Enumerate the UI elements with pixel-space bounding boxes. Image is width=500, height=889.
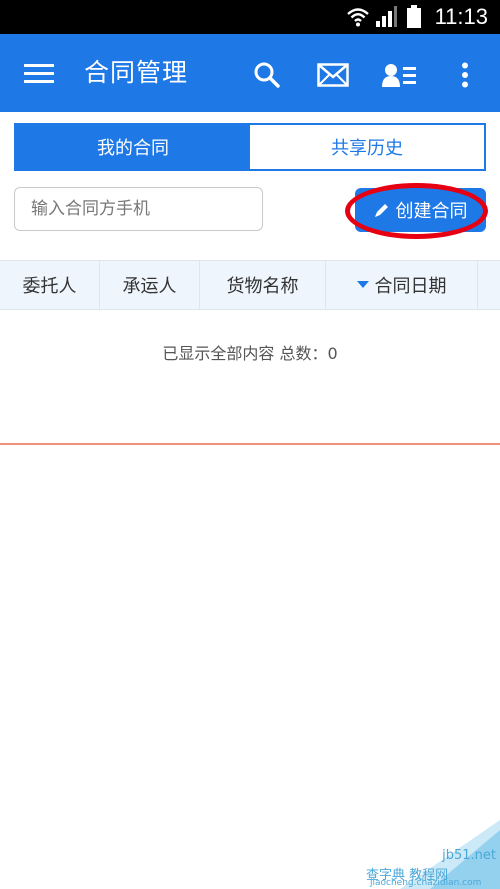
table-header: 委托人 承运人 货物名称 合同日期 [0,260,500,310]
column-header-contract-date-label: 合同日期 [374,276,447,297]
watermark-domain: jb51.net [442,848,496,863]
more-icon[interactable] [461,62,469,92]
app-bar: 合同管理 [0,34,500,112]
search-icon[interactable] [253,61,281,93]
divider [0,443,500,445]
wifi-icon [346,6,370,32]
watermark-url: jiaocheng.chazidian.com [370,878,482,888]
tab-shared-history[interactable]: 共享历史 [250,125,484,169]
sort-down-icon [356,281,369,289]
column-header-carrier[interactable]: 承运人 [100,261,200,309]
phone-search-input[interactable] [14,187,263,231]
tab-my-contracts[interactable]: 我的合同 [16,125,250,169]
highlight-ellipse [345,183,488,239]
menu-icon[interactable] [24,64,54,88]
column-header-client[interactable]: 委托人 [0,261,100,309]
column-header-contract-date[interactable]: 合同日期 [326,261,478,309]
tab-bar: 我的合同 共享历史 [14,123,486,171]
result-summary: 已显示全部内容 总数：0 [162,344,338,363]
battery-icon [406,5,422,33]
watermark-logo: jb51.net 查字典 教程网 jiaocheng.chazidian.com [360,820,500,889]
page-title: 合同管理 [84,58,189,87]
status-time: 11:13 [434,4,488,29]
status-bar: 11:13 [0,0,500,34]
contacts-icon[interactable] [382,63,418,91]
column-header-goods-name[interactable]: 货物名称 [200,261,326,309]
mail-icon[interactable] [317,63,349,91]
signal-icon [374,6,398,32]
